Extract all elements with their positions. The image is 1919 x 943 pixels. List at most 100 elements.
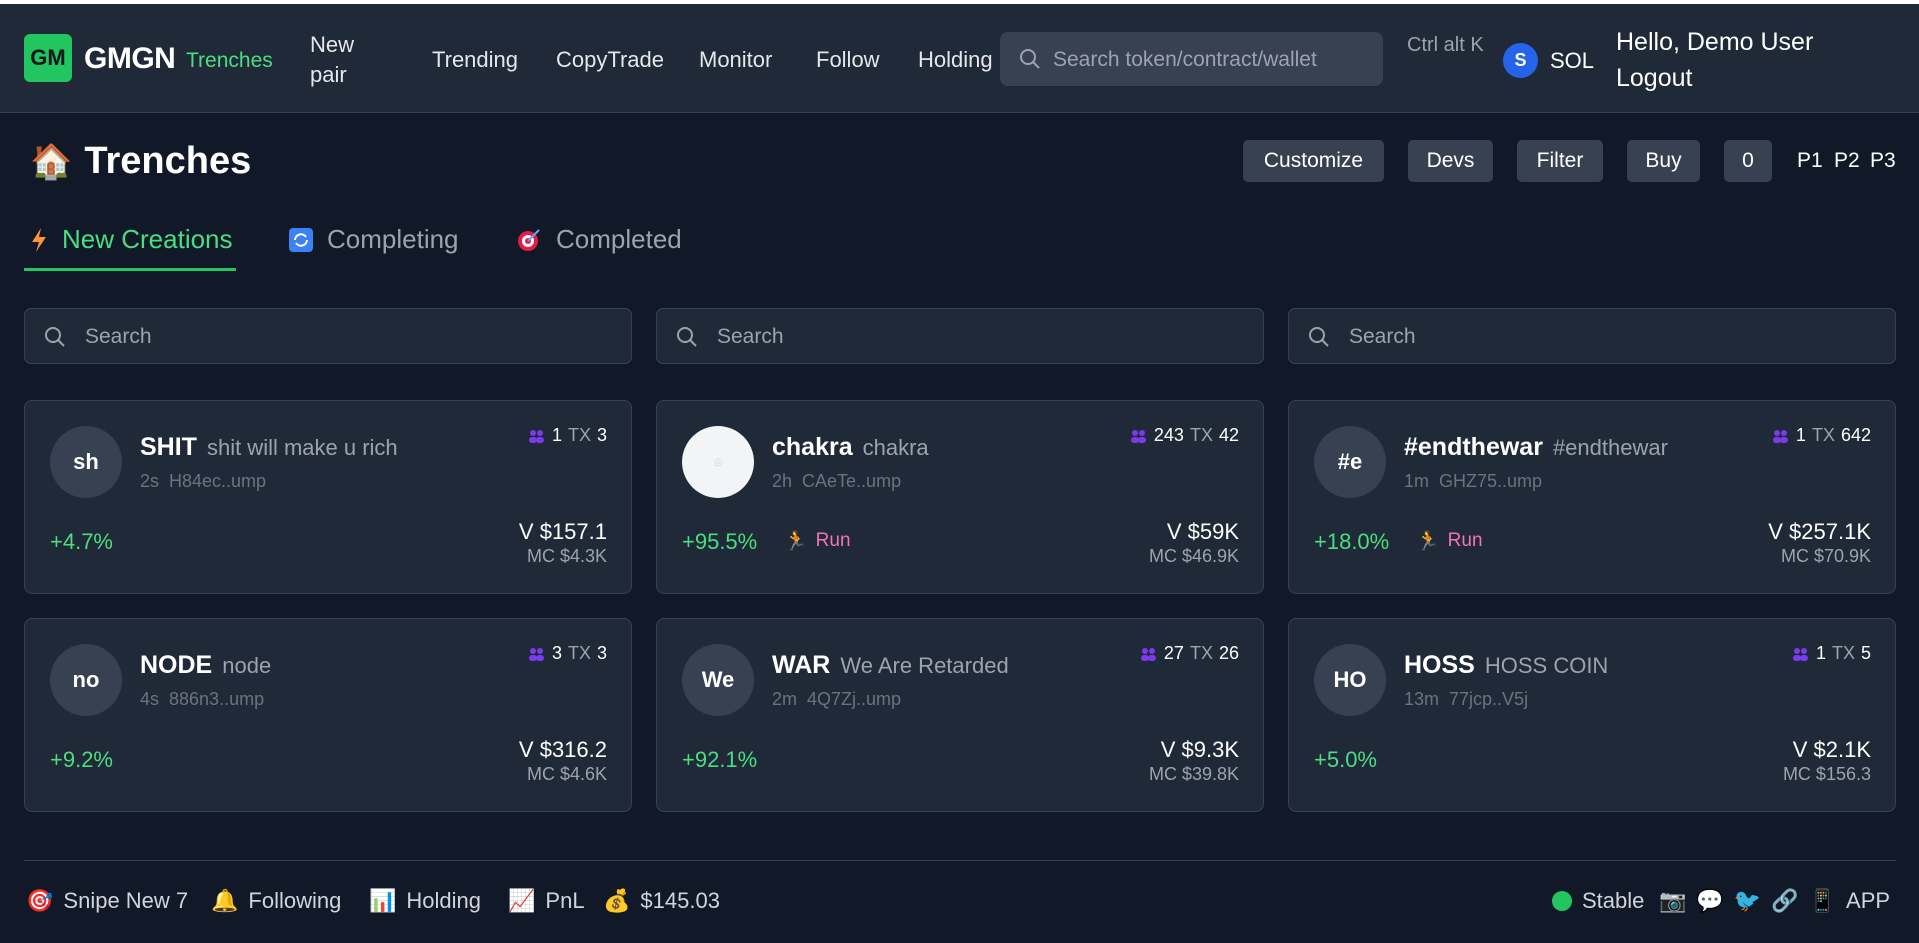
bird-icon[interactable]: 🐦 <box>1734 888 1761 914</box>
token-card[interactable]: ◎ chakra chakra 2h CAeTe..ump 243 TX 42 +95.… <box>656 400 1264 594</box>
tx-label: TX <box>567 643 591 663</box>
column-search-new-creations[interactable]: Search <box>24 308 632 364</box>
tx-label: TX <box>567 425 591 445</box>
token-address[interactable]: 77jcp..V5j <box>1449 689 1528 709</box>
camera-icon[interactable]: 📷 <box>1659 888 1686 914</box>
user-greeting: Hello, Demo User <box>1616 28 1814 56</box>
holders-count: 1 <box>551 425 562 445</box>
token-card[interactable]: no NODE node 4s 886n3..ump 3 TX 3 +9.2% V $3… <box>24 618 632 812</box>
token-age: 13m <box>1404 689 1440 709</box>
token-avatar: ◎ <box>682 426 754 498</box>
token-card[interactable]: HO HOSS HOSS COIN 13m 77jcp..V5j 1 TX 5 +5.0… <box>1288 618 1896 812</box>
top-header: GM GMGN Trenches New pair Trending CopyT… <box>0 4 1919 113</box>
price-change: +92.1% <box>682 747 758 772</box>
chain-selector[interactable]: SOL <box>1550 48 1594 74</box>
token-holders: 243 TX 42 <box>1130 425 1239 446</box>
token-age: 1m <box>1404 471 1430 491</box>
token-address[interactable]: 4Q7Zj..ump <box>807 689 901 709</box>
footer-snipe-new[interactable]: 🎯 Snipe New 7 <box>26 888 188 914</box>
target-icon: 🎯 <box>26 888 54 913</box>
tab-new-creations[interactable]: New Creations <box>30 224 233 255</box>
preset-p1[interactable]: P1 <box>1797 149 1823 173</box>
money-bag-icon: 💰 <box>603 888 631 913</box>
token-symbol-text: SHIT <box>140 433 197 461</box>
token-meta: 2h CAeTe..ump <box>772 471 901 492</box>
token-card[interactable]: We WAR We Are Retarded 2m 4Q7Zj..ump 27 TX 2… <box>656 618 1264 812</box>
footer-balance[interactable]: 💰 $145.03 <box>603 888 720 914</box>
house-icon: 🏠 <box>30 142 73 181</box>
preset-p2[interactable]: P2 <box>1834 149 1860 173</box>
tx-count: 642 <box>1840 425 1871 445</box>
token-holders: 1 TX 642 <box>1772 425 1871 446</box>
nav-holding[interactable]: Holding <box>918 47 993 73</box>
devs-button[interactable]: Devs <box>1408 140 1493 182</box>
token-address[interactable]: CAeTe..ump <box>802 471 901 491</box>
price-change: +5.0% <box>1314 747 1377 772</box>
buy-amount-input[interactable]: 0 <box>1724 140 1772 182</box>
token-age: 2m <box>772 689 798 709</box>
token-card[interactable]: #e #endthewar #endthewar 1m GHZ75..ump 1 TX… <box>1288 400 1896 594</box>
footer-following[interactable]: 🔔 Following <box>211 888 341 914</box>
column-search-completed[interactable]: Search <box>1288 308 1896 364</box>
holders-count: 243 <box>1153 425 1184 445</box>
status-label: Stable <box>1582 888 1645 913</box>
tx-label: TX <box>1811 425 1835 445</box>
token-symbol: WAR We Are Retarded <box>772 651 1009 680</box>
token-address[interactable]: GHZ75..ump <box>1439 471 1542 491</box>
token-market-cap: MC $70.9K <box>1780 546 1871 566</box>
price-change: +4.7% <box>50 529 113 554</box>
users-icon <box>1140 647 1156 661</box>
footer-pnl-label: PnL <box>545 888 585 913</box>
chain-icon[interactable]: S <box>1503 43 1538 78</box>
global-search-input[interactable]: Search token/contract/wallet <box>1000 32 1383 86</box>
token-holders: 3 TX 3 <box>528 643 607 664</box>
footer-balance-value: $145.03 <box>640 888 720 913</box>
chat-icon[interactable]: 💬 <box>1696 888 1723 914</box>
footer-pnl[interactable]: 📈 PnL <box>508 888 585 914</box>
search-shortcut: Ctrl alt K <box>1407 34 1484 56</box>
footer-following-label: Following <box>248 888 342 913</box>
run-tag: 🏃 Run <box>1416 529 1483 553</box>
active-tab-indicator <box>24 268 236 271</box>
nav-new-pair[interactable]: New pair <box>310 30 370 90</box>
connection-status: Stable <box>1552 888 1644 914</box>
filter-button[interactable]: Filter <box>1517 140 1603 182</box>
token-meta: 2m 4Q7Zj..ump <box>772 689 901 710</box>
tx-label: TX <box>1831 643 1855 663</box>
column-search-completing[interactable]: Search <box>656 308 1264 364</box>
token-volume: V $9.3K <box>1160 737 1239 762</box>
token-meta: 4s 886n3..ump <box>140 689 264 710</box>
logo-text[interactable]: GMGN <box>84 42 176 76</box>
token-holders: 1 TX 3 <box>528 425 607 446</box>
token-volume: V $257.1K <box>1768 519 1871 544</box>
logo-badge[interactable]: GM <box>24 34 72 82</box>
token-address[interactable]: 886n3..ump <box>169 689 264 709</box>
token-symbol: HOSS HOSS COIN <box>1404 651 1608 680</box>
phone-icon[interactable]: 📱 <box>1809 888 1836 914</box>
app-link[interactable]: APP <box>1846 888 1890 914</box>
tx-count: 3 <box>596 643 607 663</box>
token-name: shit will make u rich <box>206 435 398 460</box>
nav-trending[interactable]: Trending <box>432 47 518 73</box>
token-market-cap: MC $39.8K <box>1148 764 1239 784</box>
customize-button[interactable]: Customize <box>1243 140 1384 182</box>
token-address[interactable]: H84ec..ump <box>169 471 266 491</box>
link-icon[interactable]: 🔗 <box>1771 888 1798 914</box>
token-age: 2h <box>772 471 793 491</box>
tab-completed[interactable]: Completed <box>516 224 682 255</box>
token-meta: 13m 77jcp..V5j <box>1404 689 1528 710</box>
token-symbol: SHIT shit will make u rich <box>140 433 398 462</box>
token-name: HOSS COIN <box>1484 653 1609 678</box>
logout-link[interactable]: Logout <box>1616 60 1692 96</box>
trend-chart-icon: 📈 <box>508 888 536 913</box>
target-icon <box>518 228 540 251</box>
token-card[interactable]: sh SHIT shit will make u rich 2s H84ec..um… <box>24 400 632 594</box>
nav-monitor[interactable]: Monitor <box>699 47 772 73</box>
tab-completing[interactable]: Completing <box>289 224 459 255</box>
nav-follow[interactable]: Follow <box>816 47 880 73</box>
token-holders: 27 TX 26 <box>1140 643 1239 664</box>
nav-copytrade[interactable]: CopyTrade <box>556 47 664 73</box>
preset-p3[interactable]: P3 <box>1870 149 1896 173</box>
buy-button[interactable]: Buy <box>1627 140 1700 182</box>
footer-holding[interactable]: 📊 Holding <box>369 888 481 914</box>
